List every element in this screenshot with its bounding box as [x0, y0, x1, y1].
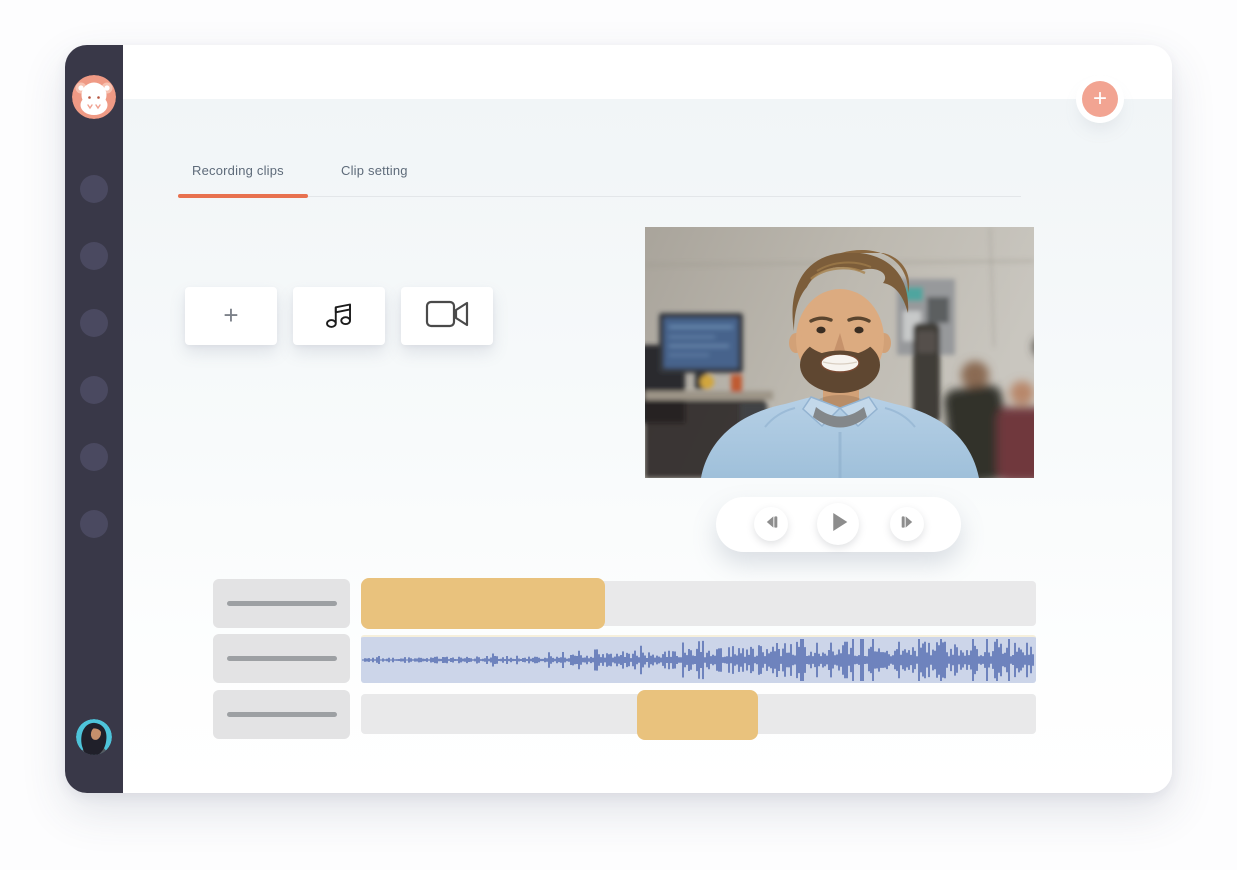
active-tab-indicator [178, 194, 308, 198]
track-label[interactable] [213, 690, 350, 739]
track-lane[interactable] [361, 581, 1036, 626]
sidebar [65, 45, 123, 793]
play-icon [829, 513, 848, 536]
timeline-track-2 [213, 634, 1136, 683]
sidebar-nav [80, 175, 108, 538]
timeline-clip[interactable] [361, 578, 605, 629]
sidebar-nav-item[interactable] [80, 242, 108, 270]
tab-bar: Recording clips Clip setting [178, 163, 1021, 197]
track-label[interactable] [213, 634, 350, 683]
video-preview[interactable] [645, 227, 1034, 478]
waveform-svg [361, 637, 1036, 683]
app-window: + Recording clips Clip setting + [65, 45, 1172, 793]
track-label-placeholder [227, 712, 337, 717]
plus-icon: + [1093, 87, 1107, 111]
skip-back-button[interactable] [754, 507, 788, 541]
add-audio-button[interactable] [293, 287, 385, 345]
sidebar-nav-item[interactable] [80, 309, 108, 337]
track-lane[interactable] [361, 694, 1036, 734]
audio-waveform-clip[interactable] [361, 635, 1036, 683]
add-video-button[interactable] [401, 287, 493, 345]
track-label-placeholder [227, 601, 337, 606]
main-area: + Recording clips Clip setting + [123, 45, 1172, 793]
user-avatar[interactable] [76, 719, 112, 755]
tab-clip-setting[interactable]: Clip setting [341, 163, 408, 178]
page: + Recording clips Clip setting + [0, 0, 1237, 870]
music-note-icon [320, 295, 358, 338]
video-camera-icon [424, 297, 470, 336]
play-button[interactable] [817, 503, 859, 545]
skip-forward-button[interactable] [890, 507, 924, 541]
clip-toolbar: + [185, 287, 493, 345]
track-label[interactable] [213, 579, 350, 628]
timeline-clip[interactable] [637, 690, 758, 740]
timeline-track-1 [213, 579, 1136, 628]
timeline-track-3 [213, 690, 1136, 739]
skip-back-icon [764, 515, 779, 534]
monkey-logo-icon[interactable] [72, 75, 116, 119]
sidebar-nav-item[interactable] [80, 175, 108, 203]
sidebar-nav-item[interactable] [80, 443, 108, 471]
plus-icon: + [223, 302, 238, 328]
add-clip-button[interactable]: + [185, 287, 277, 345]
track-label-placeholder [227, 656, 337, 661]
playback-controls [716, 497, 961, 552]
sidebar-nav-item[interactable] [80, 376, 108, 404]
tab-recording-clips[interactable]: Recording clips [192, 163, 284, 178]
skip-forward-icon [900, 515, 915, 534]
add-button[interactable]: + [1082, 81, 1118, 117]
sidebar-nav-item[interactable] [80, 510, 108, 538]
